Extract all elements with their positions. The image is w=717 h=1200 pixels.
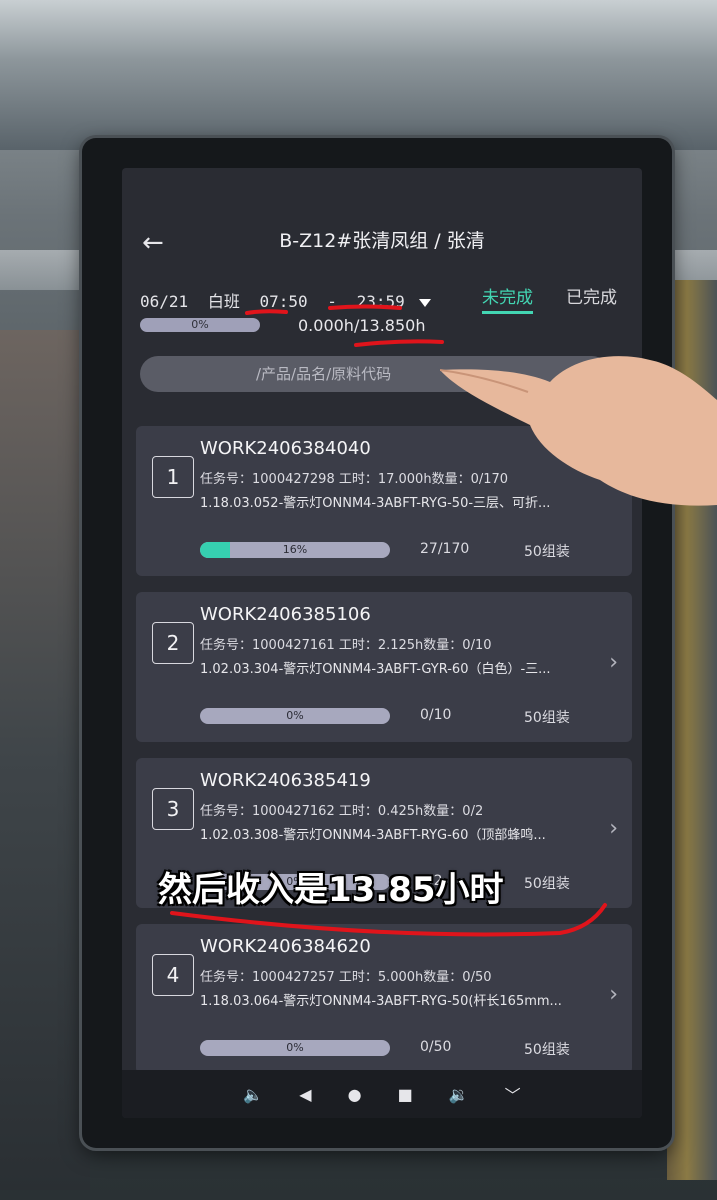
task-progress-label: 0%	[286, 1041, 304, 1054]
background-ceiling	[0, 0, 717, 150]
nav-recents-icon[interactable]: ■	[398, 1085, 413, 1104]
task-group: 50组装	[524, 1042, 570, 1058]
task-card[interactable]: 2 WORK2406385106 任务号：1000427161 工时：2.125…	[136, 592, 632, 742]
video-subtitle: 然后收入是13.85小时	[158, 870, 504, 910]
system-navbar: 🔈 ◀ ● ■ 🔉 ﹀	[122, 1070, 642, 1118]
background-left	[0, 330, 90, 1190]
task-list: 1 WORK2406384040 任务号：1000427298 工时：17.00…	[136, 426, 632, 1090]
task-index: 2	[152, 622, 194, 664]
shift-info: 06/21 白班 07:50 - 23:59	[140, 288, 431, 312]
task-index: 3	[152, 788, 194, 830]
task-group: 50组装	[524, 876, 570, 892]
caret-down-icon[interactable]	[418, 298, 431, 307]
nav-home-icon[interactable]: ●	[348, 1085, 362, 1104]
tablet-screen: ← B-Z12#张清凤组 / 张清 06/21 白班 07:50 - 23:59…	[122, 168, 642, 1118]
task-meta: 任务号：1000427257 工时：5.000h数量：0/50	[200, 970, 492, 985]
tab-pending[interactable]: 未完成	[482, 283, 533, 314]
overall-progress-bar: 0%	[140, 318, 260, 332]
volume-up-icon[interactable]: 🔉	[449, 1085, 469, 1104]
task-index: 4	[152, 954, 194, 996]
task-group: 50组装	[524, 710, 570, 726]
task-code: WORK2406384620	[200, 936, 371, 957]
task-progress-bar: 0%	[200, 708, 390, 724]
task-meta: 任务号：1000427161 工时：2.125h数量：0/10	[200, 638, 492, 653]
task-code: WORK2406384040	[200, 438, 371, 459]
chevron-right-icon[interactable]: ›	[609, 816, 618, 841]
work-hours: 0.000h/13.850h	[298, 316, 426, 335]
task-code: WORK2406385106	[200, 604, 371, 625]
chevron-right-icon[interactable]: ›	[609, 650, 618, 675]
task-card[interactable]: 4 WORK2406384620 任务号：1000427257 工时：5.000…	[136, 924, 632, 1074]
task-count: 27/170	[420, 541, 470, 557]
collapse-icon[interactable]: ﹀	[505, 1082, 521, 1106]
page-title: B-Z12#张清凤组 / 张清	[279, 230, 485, 252]
task-description: 1.02.03.304-警示灯ONNM4-3ABFT-GYR-60（白色）-三.…	[200, 662, 551, 677]
shift-date: 06/21	[140, 292, 189, 311]
chevron-right-icon[interactable]: ›	[609, 982, 618, 1007]
volume-down-icon[interactable]: 🔈	[243, 1085, 263, 1104]
shift-end-time[interactable]: 23:59	[357, 292, 405, 311]
task-index: 1	[152, 456, 194, 498]
task-code: WORK2406385419	[200, 770, 371, 791]
tablet-device: ← B-Z12#张清凤组 / 张清 06/21 白班 07:50 - 23:59…	[82, 138, 672, 1148]
nav-back-icon[interactable]: ◀	[299, 1085, 311, 1104]
shift-start-time[interactable]: 07:50	[259, 292, 307, 311]
shift-name: 白班	[207, 292, 240, 311]
task-progress-bar: 16%	[200, 542, 390, 558]
pointing-hand	[440, 356, 717, 506]
task-count: 0/10	[420, 707, 452, 723]
task-description: 1.02.03.308-警示灯ONNM4-3ABFT-RYG-60（顶部蜂鸣..…	[200, 828, 546, 843]
task-progress-label: 16%	[282, 543, 308, 556]
task-progress-bar: 0%	[200, 1040, 390, 1056]
shift-separator: -	[327, 292, 337, 311]
task-meta: 任务号：1000427162 工时：0.425h数量：0/2	[200, 804, 484, 819]
task-progress-label: 0%	[286, 709, 304, 722]
task-count: 0/50	[420, 1039, 452, 1055]
task-group: 50组装	[524, 544, 570, 560]
task-description: 1.18.03.064-警示灯ONNM4-3ABFT-RYG-50(杆长165m…	[200, 994, 562, 1009]
tab-done[interactable]: 已完成	[566, 283, 617, 308]
